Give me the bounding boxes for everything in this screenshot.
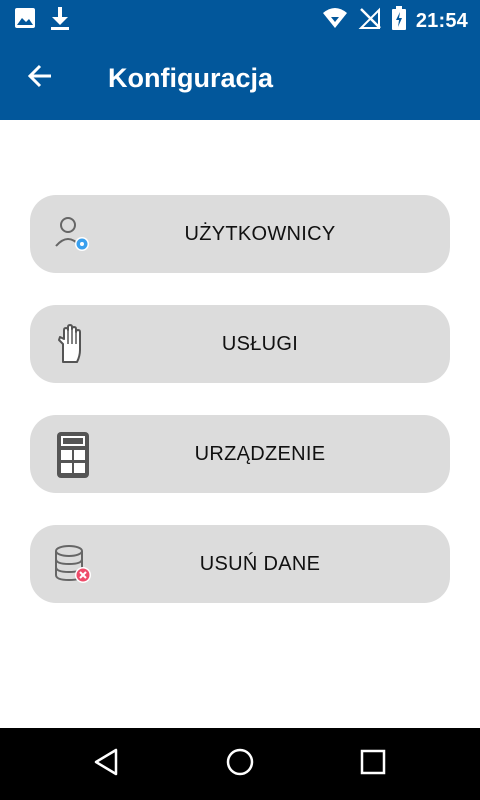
app-bar: Konfiguracja <box>0 36 480 120</box>
battery-charging-icon <box>391 6 406 35</box>
status-right-icons: 21:54 <box>322 6 468 35</box>
services-button[interactable]: USŁUGI <box>30 305 450 383</box>
services-button-label: USŁUGI <box>221 332 299 355</box>
delete-data-button[interactable]: USUŃ DANE <box>30 525 450 603</box>
nav-home-button[interactable] <box>220 744 260 784</box>
system-nav-bar <box>0 728 480 800</box>
device-button[interactable]: URZĄDZENIE <box>30 415 450 493</box>
status-left-icons <box>14 6 70 35</box>
users-button[interactable]: UŻYTKOWNICY <box>30 195 450 273</box>
screen: 21:54 Konfiguracja UŻYTKOWNICY USŁUGI UR… <box>0 0 480 800</box>
no-signal-icon <box>358 6 382 35</box>
back-button[interactable] <box>20 58 60 98</box>
status-time: 21:54 <box>415 9 468 32</box>
device-button-label: URZĄDZENIE <box>194 442 326 465</box>
users-button-label: UŻYTKOWNICY <box>184 222 336 245</box>
image-icon <box>14 7 36 34</box>
nav-home-icon <box>225 747 255 782</box>
nav-back-button[interactable] <box>87 744 127 784</box>
delete-data-button-label: USUŃ DANE <box>199 552 321 575</box>
download-icon <box>50 6 70 35</box>
wifi-icon <box>322 7 348 34</box>
page-title: Konfiguracja <box>108 63 274 93</box>
nav-recents-icon <box>358 747 388 782</box>
arrow-back-icon <box>27 63 53 94</box>
nav-recents-button[interactable] <box>353 744 393 784</box>
config-menu: UŻYTKOWNICY USŁUGI URZĄDZENIE USUŃ DANE <box>30 195 450 635</box>
nav-back-icon <box>92 747 122 782</box>
status-bar: 21:54 <box>0 0 480 36</box>
